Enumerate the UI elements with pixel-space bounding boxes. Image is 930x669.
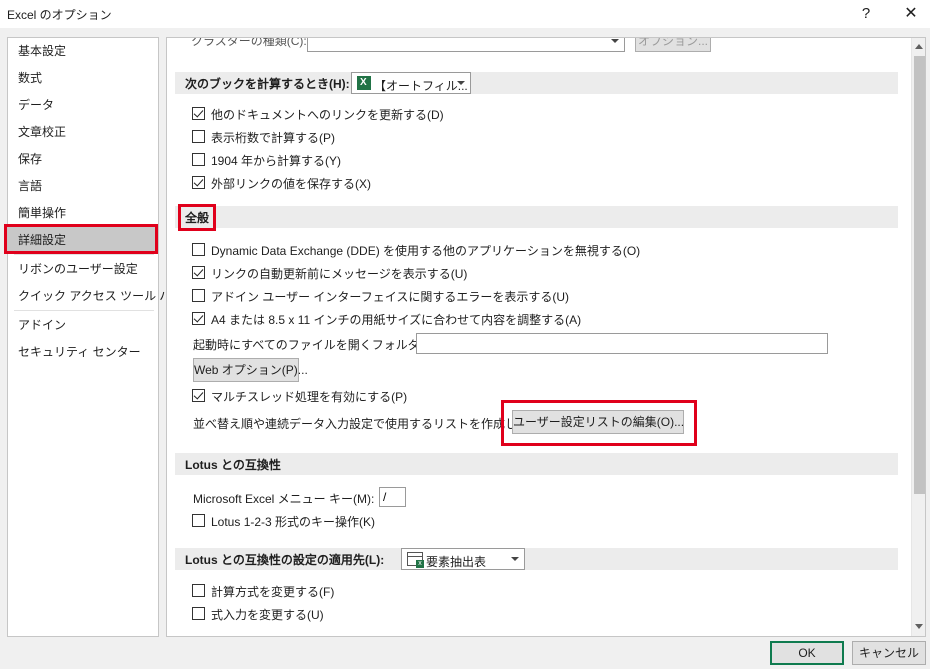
chevron-down-icon [511,557,519,561]
sidebar-separator [14,310,154,311]
cluster-type-dropdown[interactable] [307,38,625,52]
startup-folder-label: 起動時にすべてのファイルを開くフォルダー(L): [193,338,450,352]
web-options-button[interactable]: Web オプション(P)... [193,358,308,382]
sidebar-item-quick-access-toolbar[interactable]: クイック アクセス ツール バー [8,283,183,309]
ok-button[interactable]: OK [770,641,844,665]
sidebar-item-addins[interactable]: アドイン [8,312,158,338]
scroll-up-arrow-icon[interactable] [915,44,923,49]
sidebar-item-formulas[interactable]: 数式 [8,65,158,91]
help-button[interactable]: ? [852,2,880,26]
workbook-dropdown-value: 【オートフィル... [374,79,468,93]
transition-formula-eval-label: 計算方式を変更する(F) [211,585,335,599]
chevron-down-icon [611,39,619,43]
highlight-box-general [178,204,216,231]
date-1904-checkbox[interactable] [192,153,205,166]
highlight-box-advanced [4,224,158,254]
cluster-type-label: クラスターの種類(C): [191,37,307,48]
calc-section-title: 次のブックを計算するとき(H): [185,77,350,91]
ignore-dde-label: Dynamic Data Exchange (DDE) を使用する他のアプリケー… [211,244,641,258]
multithreading-label: マルチスレッド処理を有効にする(P) [211,390,408,404]
sidebar-item-trust-center[interactable]: セキュリティ センター [8,339,158,365]
sidebar-separator [14,254,154,255]
sidebar-item-general[interactable]: 基本設定 [8,38,158,64]
sheet-dropdown[interactable]: 要素抽出表 [401,548,525,570]
vertical-scrollbar[interactable] [911,38,925,636]
lotus-navigation-keys-label: Lotus 1-2-3 形式のキー操作(K) [211,515,376,529]
sidebar-item-customize-ribbon[interactable]: リボンのユーザー設定 [8,256,158,282]
transition-formula-eval-checkbox[interactable] [192,584,205,597]
save-external-links-checkbox[interactable] [192,176,205,189]
close-button[interactable]: ✕ [896,2,926,26]
save-external-links-label: 外部リンクの値を保存する(X) [211,177,371,191]
lotus-settings-section-header: Lotus との互換性の設定の適用先(L): [175,548,898,570]
window-title: Excel のオプション [7,8,112,22]
multithreading-checkbox[interactable] [192,389,205,402]
ask-update-links-label: リンクの自動更新前にメッセージを表示する(U) [211,267,468,281]
options-content: クラスターの種類(C): オプション... 次のブックを計算するとき(H): 【… [166,37,926,637]
update-links-label: 他のドキュメントへのリンクを更新する(D) [211,108,444,122]
date-1904-label: 1904 年から計算する(Y) [211,154,342,168]
precision-as-displayed-checkbox[interactable] [192,130,205,143]
menu-key-label: Microsoft Excel メニュー キー(M): [193,492,375,506]
lotus-section-title: Lotus との互換性 [185,458,281,472]
transition-formula-entry-label: 式入力を変更する(U) [211,608,324,622]
lotus-section-header: Lotus との互換性 [175,453,898,475]
title-bar: Excel のオプション ? ✕ [0,0,930,28]
general-section-header: 全般 [175,206,898,228]
excel-workbook-icon [357,76,371,90]
scale-paper-size-checkbox[interactable] [192,312,205,325]
addin-ui-errors-label: アドイン ユーザー インターフェイスに関するエラーを表示する(U) [211,290,570,304]
scroll-down-arrow-icon[interactable] [915,624,923,629]
lotus-navigation-keys-checkbox[interactable] [192,514,205,527]
scale-paper-size-label: A4 または 8.5 x 11 インチの用紙サイズに合わせて内容を調整する(A) [211,313,582,327]
category-sidebar: 基本設定 数式 データ 文章校正 保存 言語 簡単操作 詳細設定 リボンのユーザ… [7,37,183,637]
cancel-button[interactable]: キャンセル [852,641,926,665]
sidebar-item-accessibility[interactable]: 簡単操作 [8,200,158,226]
sidebar-item-proofing[interactable]: 文章校正 [8,119,158,145]
cluster-options-button[interactable]: オプション... [635,38,711,52]
update-links-checkbox[interactable] [192,107,205,120]
scrollbar-thumb[interactable] [914,56,925,494]
addin-ui-errors-checkbox[interactable] [192,289,205,302]
highlight-box-custom-lists [501,400,697,446]
chevron-down-icon [457,81,465,85]
custom-list-label: 並べ替え順や連続データ入力設定で使用するリストを作成します: [193,417,545,431]
menu-key-input[interactable] [379,487,406,507]
startup-folder-input[interactable] [416,333,828,354]
workbook-dropdown[interactable]: 【オートフィル... [351,72,471,94]
sheet-dropdown-value: 要素抽出表 [426,555,487,569]
calc-section-header: 次のブックを計算するとき(H): [175,72,898,94]
sidebar-item-data[interactable]: データ [8,92,158,118]
sidebar-item-save[interactable]: 保存 [8,146,158,172]
sidebar-item-language[interactable]: 言語 [8,173,158,199]
ignore-dde-checkbox[interactable] [192,243,205,256]
precision-as-displayed-label: 表示桁数で計算する(P) [211,131,335,145]
transition-formula-entry-checkbox[interactable] [192,607,205,620]
lotus-settings-section-title: Lotus との互換性の設定の適用先(L): [185,553,385,567]
worksheet-icon [407,552,424,568]
ask-update-links-checkbox[interactable] [192,266,205,279]
